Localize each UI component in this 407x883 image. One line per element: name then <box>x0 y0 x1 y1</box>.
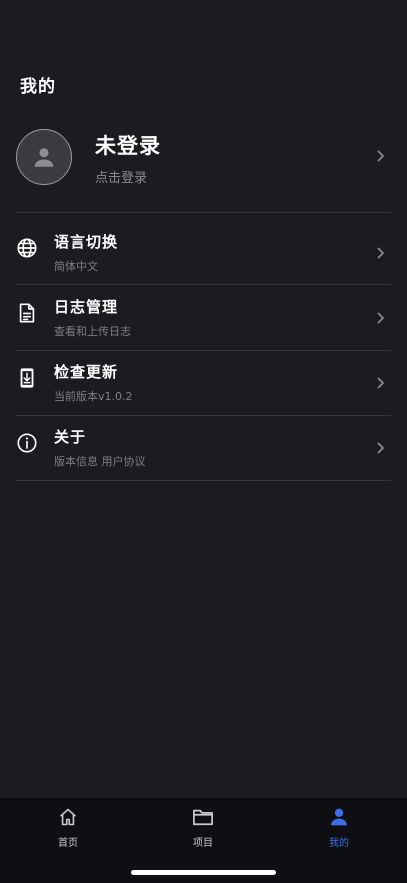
tab-projects[interactable]: 项目 <box>163 806 243 852</box>
menu-item-subtitle: 简体中文 <box>54 260 98 273</box>
user-icon <box>34 148 54 167</box>
person-icon <box>328 806 350 828</box>
menu-item-label: 关于 <box>54 428 87 446</box>
menu-item-subtitle: 当前版本v1.0.2 <box>54 390 133 403</box>
tab-label: 我的 <box>329 838 349 849</box>
page-title: 我的 <box>20 77 56 97</box>
info-icon <box>16 432 38 454</box>
menu-item-label: 日志管理 <box>54 298 119 316</box>
globe-icon <box>16 237 38 259</box>
tab-home[interactable]: 首页 <box>28 806 108 852</box>
home-indicator <box>131 870 276 875</box>
chevron-right-icon <box>375 247 387 259</box>
menu-item-about[interactable]: 关于 版本信息 用户协议 <box>16 416 391 480</box>
login-prompt: 点击登录 <box>95 171 148 186</box>
divider <box>16 212 391 213</box>
menu-item-label: 语言切换 <box>54 233 119 251</box>
chevron-right-icon <box>375 150 387 162</box>
folder-icon <box>192 806 214 828</box>
profile-page: 我的 未登录 点击登录 语言切换 简体中文 日志管理 查看和上传日志 检查更新 … <box>0 0 407 883</box>
chevron-right-icon <box>375 377 387 389</box>
tab-label: 首页 <box>58 838 78 849</box>
chevron-right-icon <box>375 442 387 454</box>
chevron-right-icon <box>375 312 387 324</box>
menu-item-check-update[interactable]: 检查更新 当前版本v1.0.2 <box>16 351 391 415</box>
document-icon <box>16 302 38 324</box>
menu-item-subtitle: 查看和上传日志 <box>54 325 131 338</box>
menu-item-language[interactable]: 语言切换 简体中文 <box>16 221 391 285</box>
menu-item-logs[interactable]: 日志管理 查看和上传日志 <box>16 286 391 350</box>
tab-label: 项目 <box>193 838 213 849</box>
divider <box>16 480 391 481</box>
phone-download-icon <box>16 367 38 389</box>
divider <box>16 284 391 285</box>
home-icon <box>57 806 79 828</box>
avatar <box>16 129 72 185</box>
tab-me[interactable]: 我的 <box>299 806 379 852</box>
profile-name: 未登录 <box>95 134 161 158</box>
menu-item-label: 检查更新 <box>54 363 119 381</box>
login-profile-card[interactable]: 未登录 点击登录 <box>16 128 391 188</box>
menu-item-subtitle: 版本信息 用户协议 <box>54 455 146 468</box>
